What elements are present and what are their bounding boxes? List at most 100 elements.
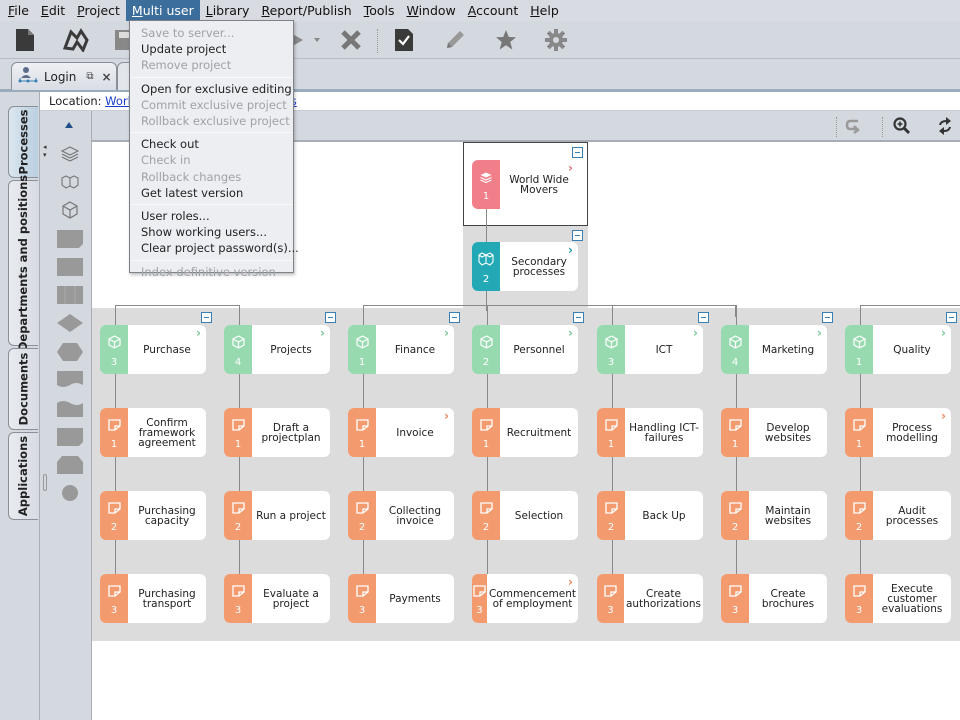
menu-edit[interactable]: Edit bbox=[35, 0, 71, 21]
expand-chevron-icon[interactable]: › bbox=[196, 327, 201, 339]
side-tab-processes[interactable]: Processes bbox=[8, 106, 38, 178]
menu-project[interactable]: Project bbox=[71, 0, 126, 21]
folded-document-shape-icon[interactable] bbox=[57, 427, 83, 447]
collapse-toggle-icon[interactable] bbox=[573, 312, 584, 323]
group-node-personnel[interactable]: 2 Personnel › bbox=[472, 325, 578, 374]
process-node[interactable]: 1 Invoice › bbox=[348, 408, 454, 457]
new-document-icon[interactable] bbox=[10, 25, 40, 55]
subprocess-shape-icon[interactable] bbox=[57, 285, 83, 305]
process-node[interactable]: 2 Maintain websites bbox=[721, 491, 827, 540]
expand-chevron-icon[interactable]: › bbox=[568, 162, 573, 174]
process-node[interactable]: 3 Create authorizations bbox=[597, 574, 703, 623]
expand-chevron-icon[interactable]: › bbox=[568, 244, 573, 256]
dropdown-arrow-icon[interactable] bbox=[310, 25, 324, 55]
process-node[interactable]: 2 Run a project bbox=[224, 491, 330, 540]
expand-chevron-icon[interactable]: › bbox=[568, 576, 573, 588]
collapse-toggle-icon[interactable] bbox=[449, 312, 460, 323]
expand-chevron-icon[interactable]: › bbox=[444, 410, 449, 422]
menu-tools[interactable]: Tools bbox=[358, 0, 401, 21]
menu-item-check-out[interactable]: Check out bbox=[141, 137, 199, 151]
side-tab-applications[interactable]: Applications bbox=[8, 432, 38, 520]
hexagon-shape-icon[interactable] bbox=[57, 342, 83, 362]
expand-chevron-icon[interactable]: › bbox=[320, 327, 325, 339]
process-node[interactable]: 1 Recruitment bbox=[472, 408, 578, 457]
process-node[interactable]: 1 Draft a projectplan bbox=[224, 408, 330, 457]
menu-file[interactable]: File bbox=[2, 0, 35, 21]
group-node-quality[interactable]: 1 Quality › bbox=[845, 325, 951, 374]
process-node[interactable]: 2 Back Up bbox=[597, 491, 703, 540]
expand-chevron-icon[interactable]: › bbox=[693, 327, 698, 339]
circle-shape-icon[interactable] bbox=[57, 483, 83, 503]
punched-tape-shape-icon[interactable] bbox=[57, 398, 83, 418]
collapse-toggle-icon[interactable] bbox=[822, 312, 833, 323]
rectangle-shape-icon[interactable] bbox=[57, 257, 83, 277]
process-node[interactable]: 3 Evaluate a project bbox=[224, 574, 330, 623]
layers-shape-icon[interactable] bbox=[57, 144, 83, 164]
diamond-shape-icon[interactable] bbox=[57, 313, 83, 333]
star-icon[interactable] bbox=[491, 25, 521, 55]
document-shape-icon[interactable] bbox=[57, 229, 83, 249]
process-node[interactable]: 1 Process modelling › bbox=[845, 408, 951, 457]
palette-resize-handle[interactable] bbox=[43, 474, 47, 491]
process-node[interactable]: 3 Create brochures bbox=[721, 574, 827, 623]
open-folder-icon[interactable] bbox=[61, 25, 91, 55]
menu-item-show-working-users[interactable]: Show working users... bbox=[141, 225, 267, 239]
expand-chevron-icon[interactable]: › bbox=[941, 327, 946, 339]
redo-icon[interactable] bbox=[844, 117, 864, 138]
gear-icon[interactable] bbox=[541, 25, 571, 55]
root-process-node[interactable]: 1 World Wide Movers › bbox=[472, 160, 578, 209]
process-node[interactable]: 1 Handling ICT-failures bbox=[597, 408, 703, 457]
process-node[interactable]: 3 Execute customer evaluations bbox=[845, 574, 951, 623]
collapse-palette-icon[interactable]: ◂ ▾ bbox=[43, 143, 47, 159]
trapezoid-shape-icon[interactable] bbox=[57, 455, 83, 475]
group-node-purchase[interactable]: 3 Purchase › bbox=[100, 325, 206, 374]
wave-document-shape-icon[interactable] bbox=[57, 370, 83, 390]
group-node-projects[interactable]: 4 Projects › bbox=[224, 325, 330, 374]
expand-chevron-icon[interactable]: › bbox=[941, 410, 946, 422]
group-node-ict[interactable]: 3 ICT › bbox=[597, 325, 703, 374]
process-node[interactable]: 2 Selection bbox=[472, 491, 578, 540]
collapse-toggle-icon[interactable] bbox=[325, 312, 336, 323]
menu-item-clear-project-password-s[interactable]: Clear project password(s)... bbox=[141, 241, 299, 255]
refresh-icon[interactable] bbox=[935, 116, 955, 139]
restore-window-icon[interactable]: ⧉ bbox=[86, 71, 93, 82]
collapse-toggle-icon[interactable] bbox=[572, 147, 583, 158]
collapse-toggle-icon[interactable] bbox=[201, 312, 212, 323]
menu-item-get-latest-version[interactable]: Get latest version bbox=[141, 186, 243, 200]
menu-library[interactable]: Library bbox=[200, 0, 256, 21]
process-node[interactable]: 1 Develop websites bbox=[721, 408, 827, 457]
menu-account[interactable]: Account bbox=[462, 0, 524, 21]
close-tab-icon[interactable]: × bbox=[102, 70, 112, 84]
expand-chevron-icon[interactable]: › bbox=[568, 327, 573, 339]
collapse-toggle-icon[interactable] bbox=[946, 312, 957, 323]
process-node[interactable]: 2 Audit processes bbox=[845, 491, 951, 540]
zoom-in-icon[interactable] bbox=[892, 116, 912, 139]
cube-shape-icon[interactable] bbox=[57, 200, 83, 220]
side-tab-departments[interactable]: Departments and positions bbox=[8, 175, 38, 351]
cubes-shape-icon[interactable] bbox=[57, 172, 83, 192]
group-node-marketing[interactable]: 4 Marketing › bbox=[721, 325, 827, 374]
collapse-toggle-icon[interactable] bbox=[572, 230, 583, 241]
menu-multi-user[interactable]: Multi user bbox=[125, 0, 200, 21]
group-node-finance[interactable]: 1 Finance › bbox=[348, 325, 454, 374]
menu-item-user-roles[interactable]: User roles... bbox=[141, 209, 210, 223]
menu-report-publish[interactable]: Report/Publish bbox=[255, 0, 357, 21]
pencil-icon[interactable] bbox=[440, 25, 470, 55]
scroll-up-icon[interactable] bbox=[65, 122, 73, 128]
menu-item-update-project[interactable]: Update project bbox=[141, 42, 226, 56]
menu-help[interactable]: Help bbox=[524, 0, 565, 21]
tab-login[interactable]: Login ⧉ × bbox=[11, 62, 117, 90]
side-tab-documents[interactable]: Documents bbox=[8, 348, 38, 430]
expand-chevron-icon[interactable]: › bbox=[817, 327, 822, 339]
checked-document-icon[interactable] bbox=[389, 25, 419, 55]
process-node[interactable]: 2 Purchasing capacity bbox=[100, 491, 206, 540]
expand-chevron-icon[interactable]: › bbox=[444, 327, 449, 339]
secondary-processes-node[interactable]: 2 Secondary processes › bbox=[472, 242, 578, 291]
menu-window[interactable]: Window bbox=[400, 0, 461, 21]
menu-item-open-for-exclusive-editing[interactable]: Open for exclusive editing bbox=[141, 82, 292, 96]
process-node[interactable]: 2 Collecting invoice bbox=[348, 491, 454, 540]
process-node[interactable]: 1 Confirm framework agreement bbox=[100, 408, 206, 457]
collapse-toggle-icon[interactable] bbox=[698, 312, 709, 323]
process-node[interactable]: 3 Purchasing transport bbox=[100, 574, 206, 623]
delete-x-icon[interactable] bbox=[336, 25, 366, 55]
